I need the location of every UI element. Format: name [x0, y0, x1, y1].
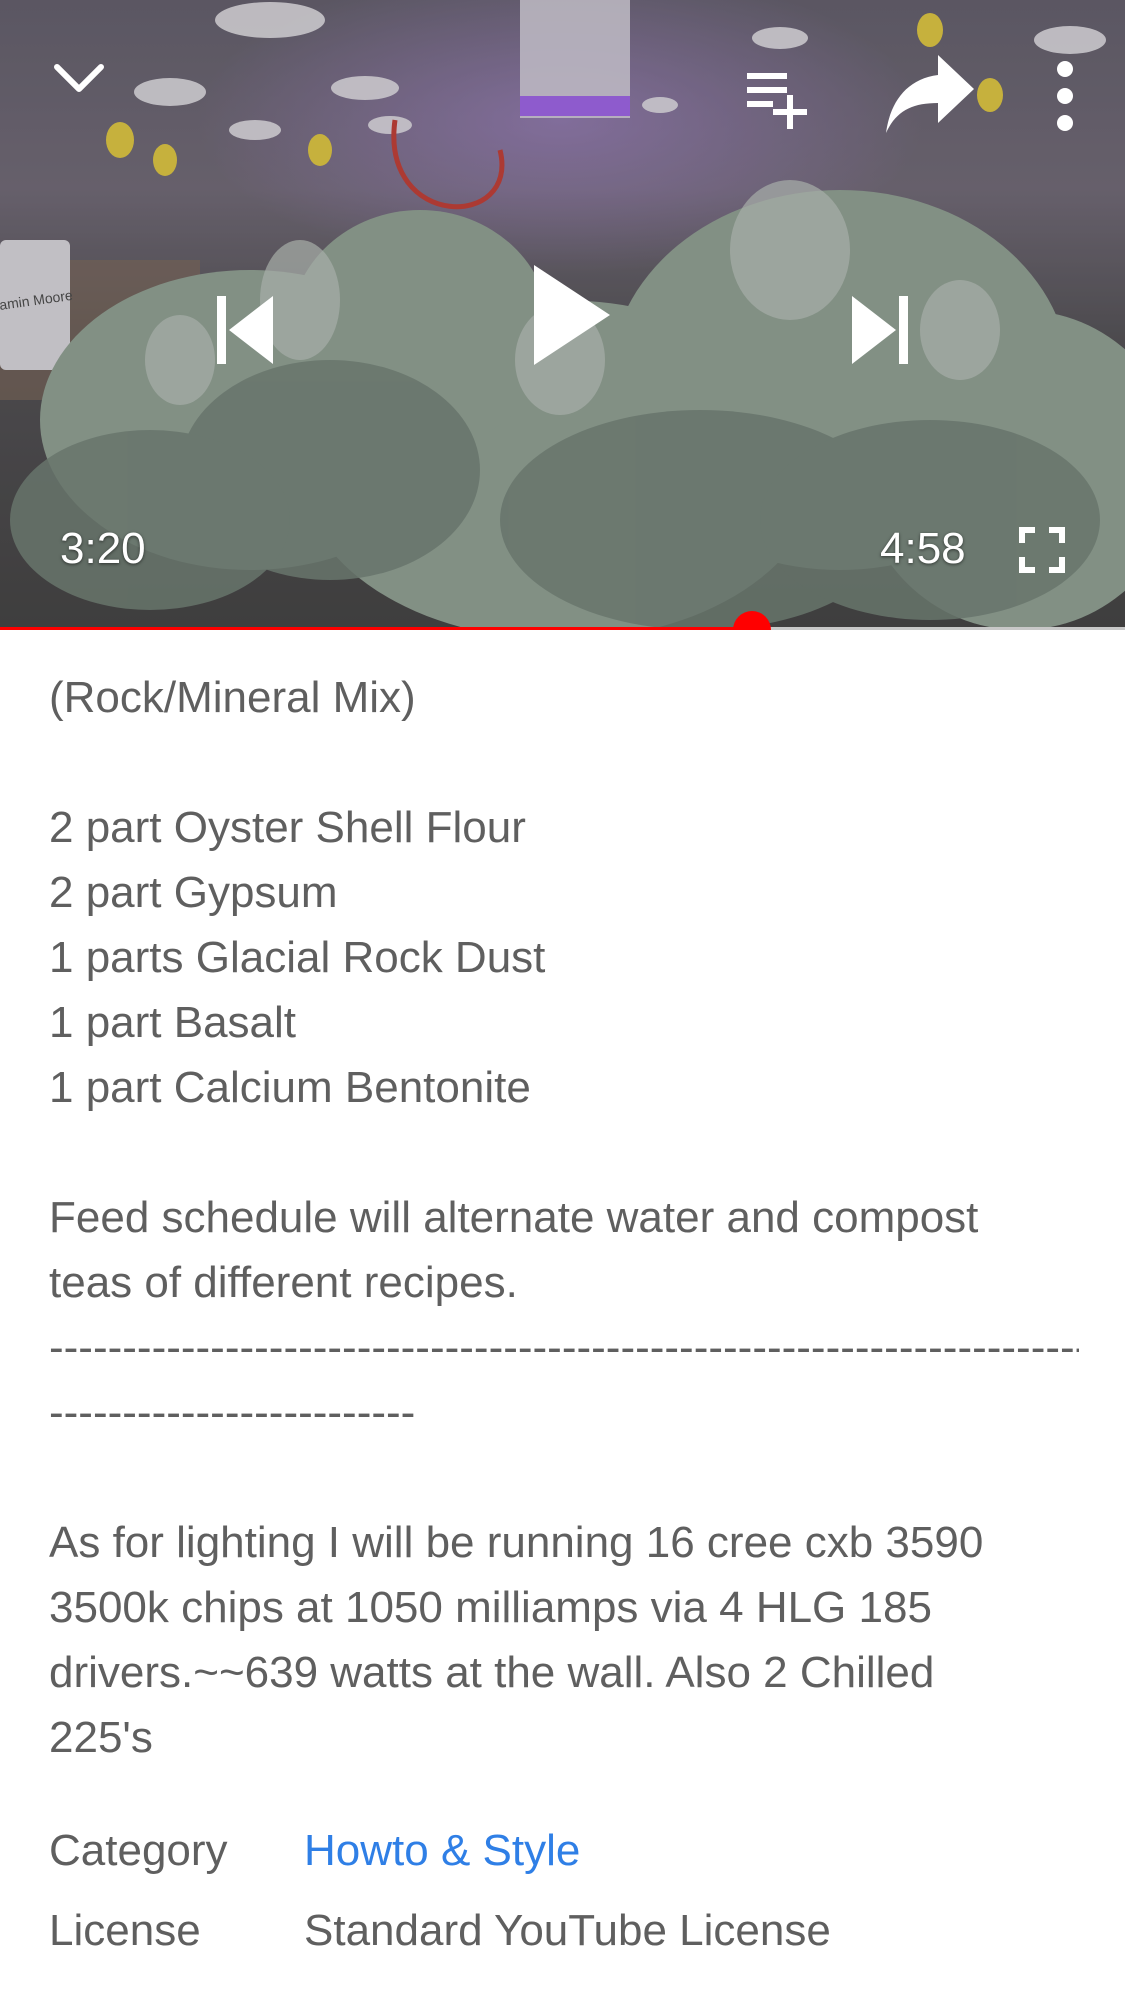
- video-metadata: Category Howto & Style License Standard …: [49, 1826, 1079, 1986]
- mix-ingredient: 2 part Oyster Shell Flour: [49, 803, 526, 852]
- more-options-button[interactable]: [1040, 56, 1090, 136]
- add-to-playlist-button[interactable]: [738, 58, 818, 138]
- play-button[interactable]: [515, 255, 625, 375]
- share-button[interactable]: [880, 48, 980, 138]
- share-icon: [886, 55, 974, 133]
- fullscreen-button[interactable]: [1012, 520, 1072, 580]
- next-button[interactable]: [835, 285, 925, 375]
- mix-ingredient: 1 parts Glacial Rock Dust: [49, 933, 546, 982]
- skip-next-icon: [852, 296, 908, 364]
- license-row: License Standard YouTube License: [49, 1906, 1079, 1986]
- description-line: teas of different recipes.: [49, 1258, 518, 1307]
- license-value: Standard YouTube License: [304, 1906, 831, 1955]
- mix-ingredient: 1 part Calcium Bentonite: [49, 1063, 531, 1112]
- category-link[interactable]: Howto & Style: [304, 1826, 580, 1876]
- separator-line: ----------------------------------------…: [49, 1323, 1079, 1372]
- license-label: License: [49, 1906, 201, 1955]
- description-line: As for lighting I will be running 16 cre…: [49, 1518, 984, 1567]
- more-vert-icon: [1057, 61, 1073, 131]
- video-watch-screen: amin Moore 3:20 4:58 (Rock/Mineral Mix) …: [0, 0, 1125, 2001]
- video-player[interactable]: amin Moore 3:20 4:58: [0, 0, 1125, 630]
- chevron-down-icon: [54, 64, 104, 92]
- mix-ingredient: 2 part Gypsum: [49, 868, 338, 917]
- video-description: (Rock/Mineral Mix) 2 part Oyster Shell F…: [49, 665, 1079, 1770]
- description-line: 225's: [49, 1713, 153, 1762]
- playlist-add-icon: [747, 73, 807, 129]
- mix-ingredient: 1 part Basalt: [49, 998, 297, 1047]
- current-time: 3:20: [60, 524, 146, 573]
- category-row: Category Howto & Style: [49, 1826, 1079, 1906]
- minimize-button[interactable]: [44, 44, 114, 114]
- description-line: drivers.~~639 watts at the wall. Also 2 …: [49, 1648, 935, 1697]
- fullscreen-icon: [1019, 527, 1065, 573]
- seek-bar[interactable]: [0, 611, 1125, 630]
- previous-button[interactable]: [200, 285, 290, 375]
- skip-previous-icon: [217, 296, 273, 364]
- description-line: 3500k chips at 1050 milliamps via 4 HLG …: [49, 1583, 932, 1632]
- seek-bar-played: [0, 627, 752, 630]
- description-line: (Rock/Mineral Mix): [49, 673, 416, 722]
- description-line: Feed schedule will alternate water and c…: [49, 1193, 979, 1242]
- duration: 4:58: [880, 524, 966, 573]
- category-label: Category: [49, 1826, 228, 1875]
- play-icon: [534, 265, 610, 365]
- separator-line: -------------------------: [49, 1388, 416, 1437]
